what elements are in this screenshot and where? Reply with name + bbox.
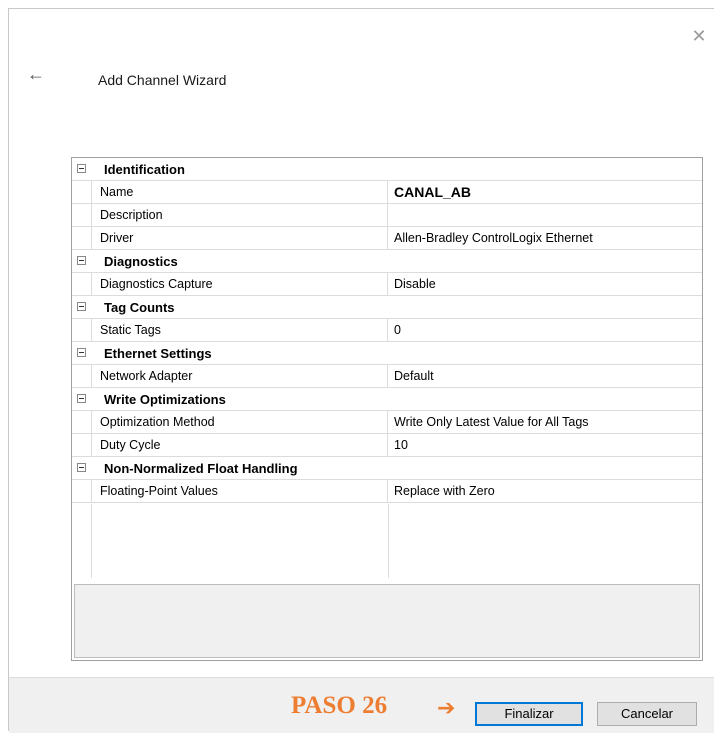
property-row[interactable]: Static Tags 0 [72, 319, 702, 342]
property-row[interactable]: Name CANAL_AB [72, 181, 702, 204]
category-label: Diagnostics [104, 254, 178, 269]
add-channel-wizard-window: ✕ ← Add Channel Wizard Identification Nam… [8, 8, 714, 733]
wizard-title: Add Channel Wizard [98, 72, 227, 88]
property-name: Duty Cycle [94, 434, 388, 456]
category-label: Tag Counts [104, 300, 175, 315]
category-row[interactable]: Identification [72, 158, 702, 181]
property-value[interactable]: Allen-Bradley ControlLogix Ethernet [388, 227, 702, 249]
category-label: Identification [104, 162, 185, 177]
property-name: Floating-Point Values [94, 480, 388, 502]
back-arrow-icon[interactable]: ← [27, 65, 47, 85]
property-value[interactable]: 0 [388, 319, 702, 341]
property-grid-empty-area [72, 504, 702, 578]
property-name: Optimization Method [94, 411, 388, 433]
close-icon[interactable]: ✕ [690, 27, 708, 45]
property-grid: Identification Name CANAL_AB Description Dri… [71, 157, 703, 661]
collapse-toggle-icon[interactable] [77, 302, 86, 311]
category-label: Ethernet Settings [104, 346, 212, 361]
property-value[interactable]: Write Only Latest Value for All Tags [388, 411, 702, 433]
arrow-right-icon: ➔ [437, 695, 456, 720]
property-value[interactable]: Replace with Zero [388, 480, 702, 502]
step-annotation: PASO 26 [291, 692, 388, 719]
property-row[interactable]: Description [72, 204, 702, 227]
category-label: Non-Normalized Float Handling [104, 461, 298, 476]
finish-button[interactable]: Finalizar [475, 702, 583, 726]
property-row[interactable]: Network Adapter Default [72, 365, 702, 388]
property-row[interactable]: Driver Allen-Bradley ControlLogix Etherne… [72, 227, 702, 250]
collapse-toggle-icon[interactable] [77, 394, 86, 403]
collapse-toggle-icon[interactable] [77, 463, 86, 472]
property-value[interactable]: Disable [388, 273, 702, 295]
category-row[interactable]: Diagnostics [72, 250, 702, 273]
property-description-panel [74, 584, 700, 658]
property-name: Description [94, 204, 388, 226]
property-value[interactable]: CANAL_AB [388, 181, 702, 203]
category-row[interactable]: Non-Normalized Float Handling [72, 457, 702, 480]
cancel-button[interactable]: Cancelar [597, 702, 697, 726]
property-row[interactable]: Diagnostics Capture Disable [72, 273, 702, 296]
property-name: Static Tags [94, 319, 388, 341]
property-row[interactable]: Floating-Point Values Replace with Zero [72, 480, 702, 503]
property-value[interactable]: 10 [388, 434, 702, 456]
category-row[interactable]: Write Optimizations [72, 388, 702, 411]
wizard-footer: PASO 26 ➔ Finalizar Cancelar [9, 677, 714, 733]
property-value[interactable] [388, 204, 702, 226]
property-value[interactable]: Default [388, 365, 702, 387]
collapse-toggle-icon[interactable] [77, 348, 86, 357]
collapse-toggle-icon[interactable] [77, 164, 86, 173]
property-row[interactable]: Optimization Method Write Only Latest Val… [72, 411, 702, 434]
property-name: Diagnostics Capture [94, 273, 388, 295]
category-label: Write Optimizations [104, 392, 226, 407]
property-name: Name [94, 181, 388, 203]
property-row[interactable]: Duty Cycle 10 [72, 434, 702, 457]
category-row[interactable]: Tag Counts [72, 296, 702, 319]
category-row[interactable]: Ethernet Settings [72, 342, 702, 365]
collapse-toggle-icon[interactable] [77, 256, 86, 265]
property-name: Driver [94, 227, 388, 249]
property-name: Network Adapter [94, 365, 388, 387]
